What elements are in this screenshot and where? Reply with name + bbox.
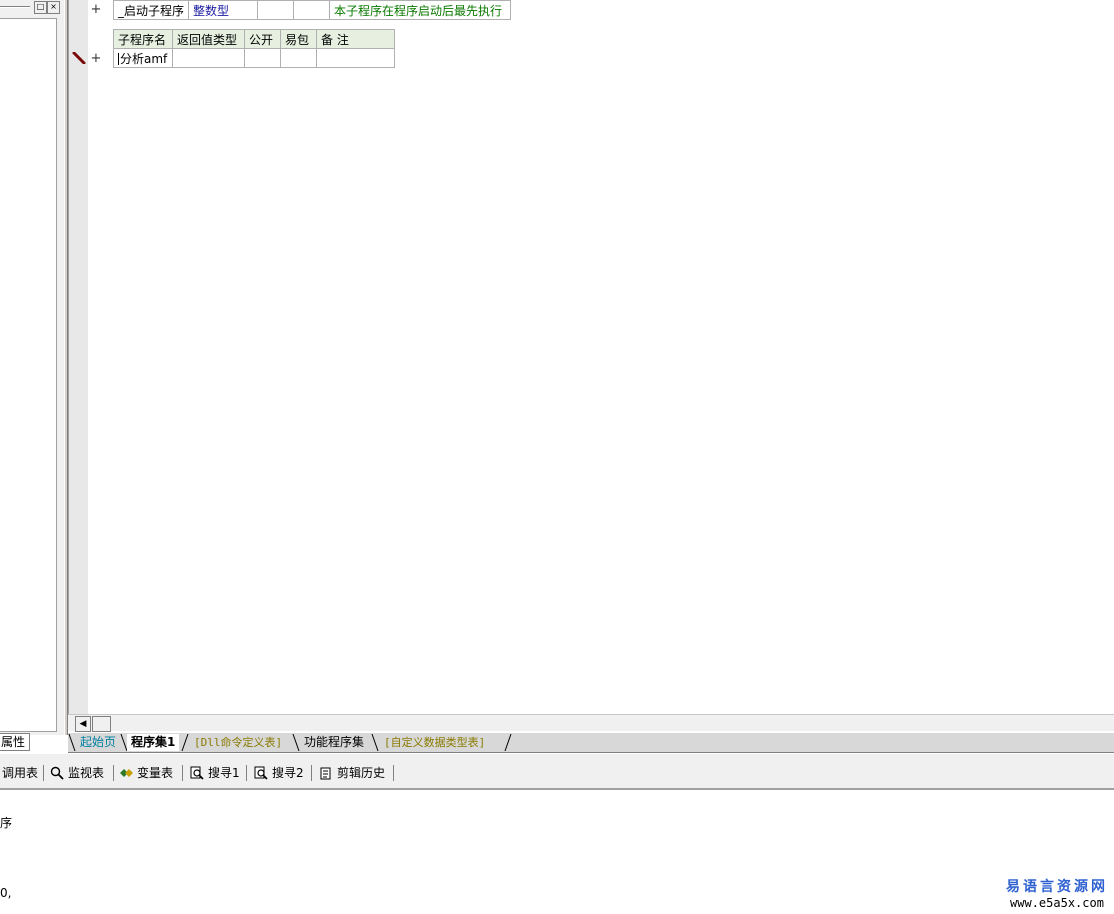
table-header-row: 子程序名 返回值类型 公开 易包 备 注 — [113, 29, 395, 49]
toolbar-separator — [393, 765, 394, 781]
watch-table-label: 监视表 — [68, 766, 105, 780]
search1-label: 搜寻1 — [208, 766, 240, 780]
code-editor[interactable] — [88, 0, 1114, 714]
tab-function-program-set[interactable]: 功能程序集 — [300, 734, 368, 751]
tab-separator — [181, 734, 189, 751]
call-table-button[interactable]: 调用表 — [2, 763, 38, 783]
table-row: _启动子程序 整数型 本子程序在程序启动后最先执行 — [112, 0, 512, 20]
left-panel: □ × — [0, 0, 64, 735]
title-grip — [0, 6, 30, 8]
var-table-button[interactable]: 变量表 — [119, 763, 173, 783]
horizontal-scrollbar[interactable]: ◀ — [68, 714, 1114, 732]
subroutine-easypack-cell[interactable] — [280, 48, 317, 68]
clip-history-label: 剪辑历史 — [337, 766, 386, 780]
toolbar-separator — [311, 765, 312, 781]
toolbar-separator — [182, 765, 183, 781]
header-public: 公开 — [244, 29, 281, 49]
startup-easypack-cell[interactable] — [293, 0, 331, 20]
tab-custom-data-types[interactable]: [自定义数据类型表] — [380, 734, 489, 751]
startup-remark-cell[interactable]: 本子程序在程序启动后最先执行 — [329, 0, 512, 20]
startup-subroutine-table: _启动子程序 整数型 本子程序在程序启动后最先执行 — [112, 0, 512, 20]
call-table-label: 调用表 — [2, 766, 39, 780]
tab-program-set-1[interactable]: 程序集1 — [127, 734, 180, 751]
header-name: 子程序名 — [113, 29, 173, 49]
watermark: 易语言资源网 www.e5a5x.com — [1006, 876, 1108, 910]
tab-start-page[interactable]: 起始页 — [76, 734, 120, 751]
watermark-name: 易语言资源网 — [1006, 879, 1108, 895]
output-line: 0, — [0, 886, 12, 900]
subroutine-name-cell[interactable]: 分析amf — [113, 48, 173, 68]
header-easypack: 易包 — [280, 29, 317, 49]
search1-button[interactable]: 搜寻1 — [190, 763, 240, 783]
restore-icon[interactable]: □ — [34, 1, 47, 14]
left-panel-title: □ × — [0, 0, 62, 14]
var-table-label: 变量表 — [137, 766, 174, 780]
subroutine-name-text: 分析amf — [120, 51, 168, 66]
toolbar-separator — [113, 765, 114, 781]
bottom-toolbar: 调用表 监视表 变量表 搜寻1 搜寻2 剪辑历史 — [0, 754, 1114, 790]
toolbar-separator — [43, 765, 44, 781]
scroll-thumb[interactable] — [92, 716, 111, 732]
search2-label: 搜寻2 — [272, 766, 304, 780]
text-cursor — [118, 53, 119, 65]
search-doc-icon — [190, 766, 204, 780]
scroll-left-arrow-icon[interactable]: ◀ — [75, 716, 91, 732]
clipboard-icon — [320, 767, 331, 780]
sheet-tab-bar: 起始页 程序集1 [Dll命令定义表] 功能程序集 [自定义数据类型表] — [68, 733, 1114, 753]
expand-subroutine-icon[interactable]: + — [90, 51, 102, 66]
output-panel[interactable] — [0, 790, 1114, 914]
output-line: 序 — [0, 816, 13, 830]
editor-gutter — [68, 0, 88, 714]
left-panel-content — [0, 18, 57, 732]
watch-table-button[interactable]: 监视表 — [50, 763, 104, 783]
search2-button[interactable]: 搜寻2 — [254, 763, 304, 783]
startup-public-cell[interactable] — [257, 0, 295, 20]
variable-icon — [120, 769, 133, 777]
header-remark: 备 注 — [316, 29, 395, 49]
expand-startup-icon[interactable]: + — [90, 2, 102, 17]
header-return-type: 返回值类型 — [172, 29, 245, 49]
startup-return-type-cell[interactable]: 整数型 — [188, 0, 259, 20]
tab-separator — [292, 734, 300, 751]
tab-separator — [371, 734, 379, 751]
edit-pencil-icon — [72, 52, 86, 64]
clip-history-button[interactable]: 剪辑历史 — [319, 763, 385, 783]
close-icon[interactable]: × — [47, 1, 60, 14]
subroutine-return-type-cell[interactable] — [172, 48, 245, 68]
search-doc-icon — [254, 766, 268, 780]
toolbar-separator — [246, 765, 247, 781]
subroutine-table: 子程序名 返回值类型 公开 易包 备 注 分析amf — [113, 29, 395, 68]
magnifier-icon — [50, 766, 64, 780]
table-row: 分析amf — [113, 48, 395, 68]
subroutine-public-cell[interactable] — [244, 48, 281, 68]
startup-name-cell[interactable]: _启动子程序 — [112, 0, 190, 20]
tab-separator — [504, 734, 512, 751]
subroutine-remark-cell[interactable] — [316, 48, 395, 68]
properties-tab[interactable]: 属性 — [0, 733, 30, 751]
tab-separator — [68, 734, 76, 751]
watermark-url: www.e5a5x.com — [1010, 896, 1104, 910]
tab-dll-commands[interactable]: [Dll命令定义表] — [190, 734, 286, 751]
